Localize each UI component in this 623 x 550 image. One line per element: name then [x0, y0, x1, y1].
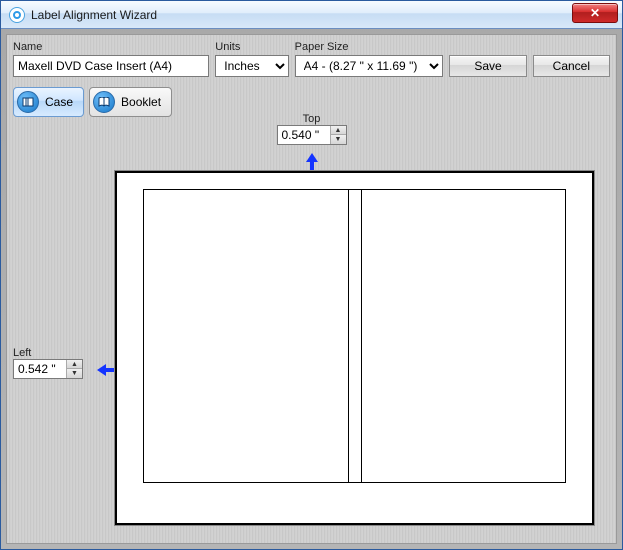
name-field: Name [13, 41, 209, 77]
top-spin-buttons[interactable]: ▲ ▼ [330, 126, 346, 144]
client-area: Name Units Inches Paper Size A4 - (8.27 … [6, 34, 617, 544]
chevron-up-icon[interactable]: ▲ [67, 360, 82, 369]
app-icon [9, 7, 25, 23]
settings-row: Name Units Inches Paper Size A4 - (8.27 … [13, 41, 610, 77]
title-bar: Label Alignment Wizard ✕ [1, 1, 622, 29]
left-margin-measure: Left ▲ ▼ [13, 347, 83, 379]
preview-stage: Top ▲ ▼ Left ▲ [19, 113, 604, 531]
save-button[interactable]: Save [449, 55, 526, 77]
close-button[interactable]: ✕ [572, 3, 618, 23]
name-label: Name [13, 41, 209, 53]
case-icon [17, 91, 39, 113]
cancel-button[interactable]: Cancel [533, 55, 610, 77]
left-margin-input[interactable] [14, 360, 66, 378]
top-margin-measure: Top ▲ ▼ [19, 113, 604, 145]
window-title: Label Alignment Wizard [31, 8, 157, 22]
spine-outline [348, 190, 362, 482]
left-spin-buttons[interactable]: ▲ ▼ [66, 360, 82, 378]
paper-select[interactable]: A4 - (8.27 " x 11.69 ") [295, 55, 444, 77]
paper-label: Paper Size [295, 41, 444, 53]
label-outline [143, 189, 566, 483]
units-field: Units Inches [215, 41, 288, 77]
left-margin-spinner[interactable]: ▲ ▼ [13, 359, 83, 379]
tab-booklet-label: Booklet [121, 95, 161, 109]
chevron-up-icon[interactable]: ▲ [331, 126, 346, 135]
top-margin-input[interactable] [278, 126, 330, 144]
chevron-down-icon[interactable]: ▼ [67, 369, 82, 378]
top-margin-label: Top [19, 113, 604, 125]
booklet-icon [93, 91, 115, 113]
paper-field: Paper Size A4 - (8.27 " x 11.69 ") [295, 41, 444, 77]
chevron-down-icon[interactable]: ▼ [331, 135, 346, 144]
left-margin-label: Left [13, 347, 83, 359]
top-margin-spinner[interactable]: ▲ ▼ [277, 125, 347, 145]
close-icon: ✕ [590, 6, 600, 20]
tab-case-label: Case [45, 95, 73, 109]
paper-preview [115, 171, 594, 525]
name-input[interactable] [13, 55, 209, 77]
units-label: Units [215, 41, 288, 53]
wizard-window: Label Alignment Wizard ✕ Name Units Inch… [0, 0, 623, 550]
units-select[interactable]: Inches [215, 55, 288, 77]
